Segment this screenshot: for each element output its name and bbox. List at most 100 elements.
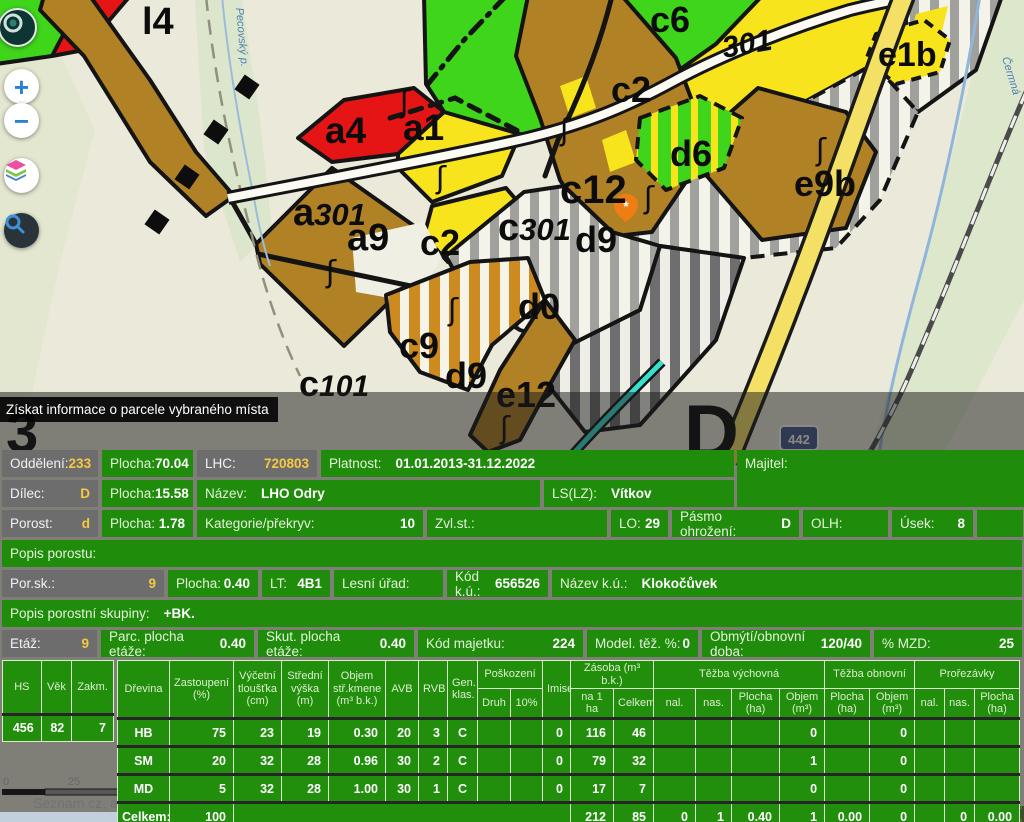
species-cell — [511, 719, 543, 747]
map-label: c301 — [498, 207, 571, 249]
field-nazevku: Název k.ú.: Klokočůvek — [552, 570, 1022, 597]
species-cell: 23 — [234, 719, 282, 747]
field-label: Skut. plocha etáže: — [266, 629, 380, 659]
svg-text:ʃ: ʃ — [643, 181, 655, 216]
field-parc-plocha: Parc. plocha etáže: 0.40 — [101, 630, 254, 657]
species-cell — [825, 775, 870, 803]
field-value: LHO Odry — [261, 486, 325, 501]
species-cell: 17 — [571, 775, 614, 803]
field-label: OLH: — [811, 516, 843, 531]
col-vycetni: Výčetní tloušťka (cm) — [234, 661, 282, 719]
field-label: Dílec: — [10, 486, 45, 501]
species-cell — [915, 775, 945, 803]
field-label: Etáž: — [10, 636, 41, 651]
species-cell — [654, 775, 696, 803]
panel-row-porsk: Por.sk.: 9 Plocha: 0.40 LT: 4B1 Lesní úř… — [2, 570, 1022, 597]
field-value: d — [82, 516, 90, 531]
total-objem-v: 1 — [780, 803, 825, 822]
field-value: 656526 — [495, 576, 540, 591]
field-majitel: Majitel: — [737, 450, 1024, 507]
field-porost: Porost: d — [2, 510, 98, 537]
map-label: e9b — [794, 163, 856, 204]
field-obmyti: Obmýtí/obnovní doba: 120/40 — [702, 630, 870, 657]
layers-button[interactable] — [4, 158, 39, 193]
species-cell — [696, 775, 732, 803]
species-cell: 116 — [571, 719, 614, 747]
zoom-in-button[interactable]: + — [4, 69, 39, 104]
species-cell: 7 — [614, 775, 654, 803]
field-label: Plocha: — [110, 486, 155, 501]
total-plocha-o: 0.00 — [825, 803, 870, 822]
col-objem-o: Objem (m³) — [870, 689, 915, 719]
species-cell: 30 — [386, 747, 419, 775]
col-10pct: 10% — [511, 689, 543, 719]
group-zasoba: Zásoba (m³ b.k.) — [571, 661, 654, 689]
species-cell — [478, 719, 511, 747]
field-label: Zvl.st.: — [435, 516, 475, 531]
field-value: 29 — [645, 516, 660, 531]
species-cell: 0 — [543, 747, 571, 775]
plus-icon: + — [14, 74, 29, 100]
field-label: Platnost: — [329, 456, 382, 471]
total-celkem: 85 — [614, 803, 654, 822]
col-plocha-v: Plocha (ha) — [732, 689, 780, 719]
cell-vek: 82 — [41, 715, 72, 742]
field-value: Klokočůvek — [642, 576, 718, 591]
species-cell: 0.96 — [329, 747, 386, 775]
species-cell — [654, 719, 696, 747]
map-label: d6 — [670, 133, 712, 174]
species-cell: 0 — [780, 719, 825, 747]
field-olh: OLH: — [803, 510, 888, 537]
field-value: 233 — [69, 456, 92, 471]
field-label: LS(LZ): — [552, 486, 597, 501]
species-cell: C — [448, 719, 478, 747]
col-drevina: Dřevina — [118, 661, 170, 719]
species-cell: 20 — [386, 719, 419, 747]
field-label: LO: — [619, 516, 641, 531]
panel-row-popis-skupiny: Popis porostní skupiny: +BK. — [2, 600, 1022, 627]
field-value: 224 — [552, 636, 575, 651]
map-label: d9 — [575, 219, 617, 260]
species-cell: 28 — [282, 775, 329, 803]
zoom-out-button[interactable]: − — [4, 103, 39, 138]
map-label: a9 — [347, 217, 389, 259]
species-cell: SM — [118, 747, 170, 775]
field-porsk: Por.sk.: 9 — [2, 570, 164, 597]
field-lhc: LHC: 720803 — [197, 450, 317, 477]
species-cell: 5 — [170, 775, 234, 803]
field-value: 0.40 — [380, 636, 406, 651]
field-value: 0.40 — [220, 636, 246, 651]
species-cell: 0 — [543, 775, 571, 803]
species-cell: 3 — [419, 719, 448, 747]
panel-row-dilec: Dílec: D Plocha: 15.58 Název: LHO Odry L… — [2, 480, 734, 507]
field-label: Kód majetku: — [426, 636, 505, 651]
field-label: Plocha: — [110, 456, 155, 471]
field-label: Popis porostu: — [10, 546, 96, 561]
field-skut-plocha: Skut. plocha etáže: 0.40 — [258, 630, 414, 657]
panel-row-etaz: Etáž: 9 Parc. plocha etáže: 0.40 Skut. p… — [2, 630, 1022, 657]
field-nazev: Název: LHO Odry — [197, 480, 540, 507]
search-button[interactable] — [4, 213, 39, 248]
species-cell: 0 — [870, 775, 915, 803]
col-objem: Objem stř.kmene (m³ b.k.) — [329, 661, 386, 719]
svg-text:ʃ: ʃ — [559, 113, 571, 148]
field-label: Model. těž. %: — [595, 636, 681, 651]
species-cell: 0 — [870, 747, 915, 775]
species-cell: 0 — [780, 775, 825, 803]
field-popis-skupiny: Popis porostní skupiny: +BK. — [2, 600, 1022, 627]
stand-summary-table: HS Věk Zakm. 456 82 7 — [2, 660, 114, 742]
total-spacer — [234, 803, 571, 822]
layers-icon — [4, 158, 28, 182]
species-cell — [732, 719, 780, 747]
field-lt: LT: 4B1 — [262, 570, 330, 597]
species-table: Dřevina Zastoupení (%) Výčetní tloušťka … — [117, 660, 1020, 822]
map-label: c9 — [399, 325, 439, 366]
field-label: Parc. plocha etáže: — [109, 629, 220, 659]
map-label: c2 — [611, 69, 651, 110]
species-cell — [696, 747, 732, 775]
field-lesni-urad: Lesní úřad: — [334, 570, 443, 597]
map-label: c12 — [560, 168, 627, 212]
field-value: 15.58 — [155, 486, 189, 501]
species-row: MD532281.00301C017700 — [118, 775, 1020, 803]
col-vek: Věk — [41, 661, 72, 715]
